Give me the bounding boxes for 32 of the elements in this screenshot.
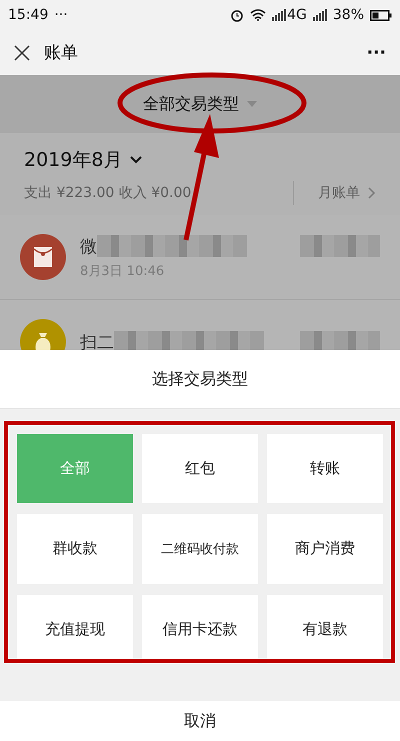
battery-icon bbox=[370, 10, 392, 20]
battery-percent: 38% bbox=[332, 7, 364, 23]
chevron-right-icon bbox=[368, 187, 376, 199]
transaction-type-option[interactable]: 二维码收付款 bbox=[142, 514, 258, 584]
transaction-time: 8月3日 10:46 bbox=[80, 262, 166, 280]
close-icon[interactable] bbox=[14, 44, 30, 60]
chevron-down-icon bbox=[130, 156, 142, 164]
month-title[interactable]: 2019年8月 bbox=[24, 147, 122, 173]
dropdown-triangle-icon bbox=[247, 101, 257, 107]
envelope-icon bbox=[33, 246, 53, 268]
network-label: 4G bbox=[287, 7, 307, 23]
transaction-type-option[interactable]: 群收款 bbox=[17, 514, 133, 584]
transaction-type-option[interactable]: 商户消费 bbox=[267, 514, 383, 584]
transaction-type-option[interactable]: 转账 bbox=[267, 434, 383, 504]
page-title: 账单 bbox=[44, 42, 78, 64]
transaction-type-option[interactable]: 有退款 bbox=[267, 594, 383, 664]
status-time: 15:49 bbox=[8, 7, 48, 23]
alarm-icon bbox=[230, 8, 244, 22]
status-dots: ··· bbox=[54, 7, 68, 23]
transaction-type-option[interactable]: 充值提现 bbox=[17, 594, 133, 664]
cancel-button[interactable]: 取消 bbox=[0, 701, 400, 741]
month-summary: 支出 ¥223.00 收入 ¥0.00 bbox=[24, 184, 192, 202]
signal-icon bbox=[312, 9, 327, 21]
sheet-title: 选择交易类型 bbox=[0, 350, 400, 409]
transaction-title: 扫二 bbox=[80, 332, 114, 350]
transaction-type-filter[interactable]: 全部交易类型 bbox=[143, 94, 239, 114]
transaction-type-option[interactable]: 红包 bbox=[142, 434, 258, 504]
transaction-title: 微 bbox=[80, 236, 97, 258]
wifi-icon bbox=[250, 9, 266, 21]
signal-icon bbox=[272, 9, 286, 21]
more-menu[interactable]: ··· bbox=[366, 42, 386, 62]
transaction-type-option[interactable]: 信用卡还款 bbox=[142, 594, 258, 664]
